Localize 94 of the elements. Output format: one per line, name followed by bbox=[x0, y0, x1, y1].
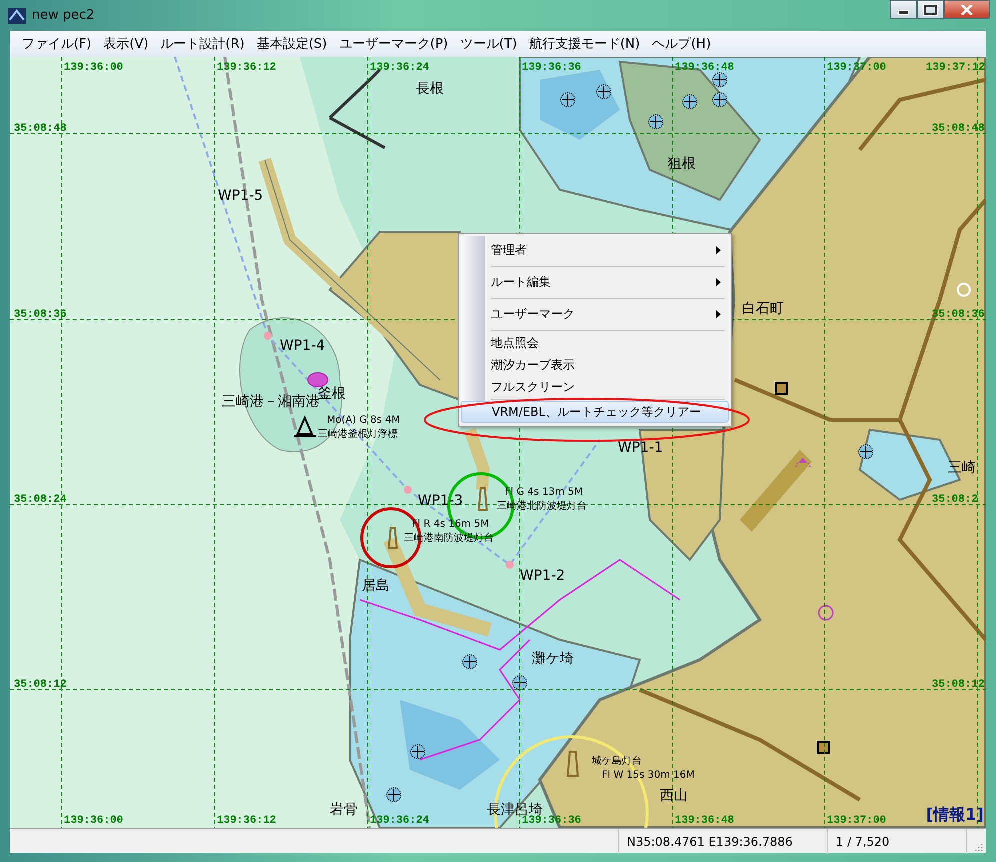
close-icon bbox=[961, 4, 973, 14]
place-name: 狙根 bbox=[668, 156, 696, 172]
waypoint-label: WP1-5 bbox=[218, 188, 264, 204]
submenu-arrow-icon bbox=[716, 278, 721, 287]
jetty-strip bbox=[464, 428, 490, 491]
waypoint-marker[interactable] bbox=[264, 332, 272, 340]
waypoint-label: WP1-1 bbox=[618, 440, 664, 456]
place-name: 西山 bbox=[660, 788, 688, 804]
latitude-label: 35:08:12 bbox=[14, 679, 67, 691]
place-name: 長根 bbox=[416, 81, 444, 97]
menu-item[interactable]: ルート設計(R) bbox=[156, 33, 249, 55]
rock-icon bbox=[596, 84, 612, 100]
context-menu-item[interactable]: 潮汐カーブ表示 bbox=[461, 354, 729, 376]
menu-item[interactable]: 基本設定(S) bbox=[252, 33, 332, 55]
longitude-label: 139:37:00 bbox=[827, 62, 886, 74]
info-label[interactable]: [情報1] bbox=[926, 805, 984, 826]
latitude-label: 35:08:2 bbox=[932, 494, 978, 506]
minimize-icon bbox=[898, 10, 909, 15]
longitude-label: 139:37:00 bbox=[827, 815, 886, 827]
menu-item[interactable]: ファイル(F) bbox=[18, 33, 96, 55]
context-menu-item[interactable]: VRM/EBL、ルートチェック等クリアー bbox=[461, 401, 729, 423]
waypoint-marker[interactable] bbox=[506, 561, 514, 569]
landmark-icon bbox=[795, 458, 811, 467]
menu-item[interactable]: 航行支援モード(N) bbox=[525, 33, 644, 55]
rock-icon bbox=[386, 788, 402, 802]
longitude-label: 139:36:12 bbox=[217, 62, 276, 74]
latitude-label: 35:08:36 bbox=[932, 309, 985, 321]
rock-icon bbox=[560, 92, 576, 108]
menu-item[interactable]: ツール(T) bbox=[456, 33, 522, 55]
latitude-label: 35:08:12 bbox=[932, 679, 985, 691]
light-label: Mo(A) G 8s 4M bbox=[327, 415, 400, 426]
lighthouse-icon bbox=[478, 487, 488, 511]
rock-icon bbox=[682, 94, 698, 110]
buoy-icon bbox=[293, 417, 317, 437]
context-menu-item[interactable]: 管理者 bbox=[461, 236, 729, 265]
context-menu-item[interactable]: 地点照会 bbox=[461, 332, 729, 354]
longitude-label: 139:36:00 bbox=[64, 815, 124, 827]
place-name: 釜根 bbox=[318, 386, 346, 402]
rock-icon bbox=[712, 92, 728, 108]
longitude-label: 139:36:36 bbox=[522, 815, 582, 827]
position-readout: N35:08.4761 E139:36.7886 bbox=[619, 829, 828, 854]
rock-icon bbox=[712, 72, 728, 88]
close-button[interactable] bbox=[944, 0, 990, 19]
mooring-icon bbox=[818, 605, 834, 621]
menu-item[interactable]: ヘルプ(H) bbox=[648, 33, 716, 55]
scale-readout: 1 / 7,520 bbox=[828, 829, 967, 854]
place-name: 居島 bbox=[362, 578, 390, 594]
longitude-label: 139:36:24 bbox=[370, 62, 430, 74]
rock-icon bbox=[858, 444, 874, 460]
submenu-arrow-icon bbox=[716, 310, 721, 319]
rock-icon bbox=[410, 744, 426, 760]
place-name: 岩骨 bbox=[330, 802, 358, 818]
longitude-label: 139:36:48 bbox=[675, 62, 734, 74]
place-name: 灘ケ埼 bbox=[532, 651, 574, 667]
latitude-label: 35:08:48 bbox=[14, 123, 67, 135]
rock-icon bbox=[512, 676, 528, 690]
longitude-label: 139:36:24 bbox=[370, 815, 430, 827]
buoy-marker-icon bbox=[308, 372, 328, 388]
rock-icon bbox=[462, 654, 478, 670]
lighthouse-icon bbox=[566, 751, 580, 777]
submenu-arrow-icon bbox=[716, 246, 721, 255]
waypoint-label: WP1-2 bbox=[520, 568, 566, 584]
building-icon bbox=[817, 741, 830, 754]
latitude-label: 35:08:48 bbox=[932, 123, 985, 135]
place-name: 三崎港－湘南港 bbox=[222, 394, 320, 410]
lighthouse-icon bbox=[388, 527, 398, 549]
maximize-icon bbox=[924, 4, 937, 14]
longitude-label: 139:36:12 bbox=[217, 815, 276, 827]
longitude-label: 139:36:48 bbox=[675, 815, 734, 827]
waypoint-marker[interactable] bbox=[404, 486, 412, 494]
light-label: 三崎港釜根灯浮標 bbox=[318, 429, 398, 440]
context-menu-item[interactable]: ユーザーマーク bbox=[461, 300, 729, 329]
minimize-button[interactable] bbox=[890, 0, 917, 19]
context-menu-item[interactable]: ルート編集 bbox=[461, 268, 729, 297]
waypoint-label: WP1-4 bbox=[280, 338, 326, 354]
longitude-label: 139:36:36 bbox=[522, 62, 582, 74]
maximize-button[interactable] bbox=[917, 0, 944, 19]
app-icon bbox=[8, 8, 26, 24]
place-name: 白石町 bbox=[742, 301, 784, 317]
rock-icon bbox=[648, 114, 664, 130]
menu-item[interactable]: ユーザーマーク(P) bbox=[335, 33, 452, 55]
longitude-label: 139:37:12 bbox=[926, 62, 986, 74]
light-label: 城ケ島灯台 bbox=[592, 756, 642, 767]
menu-item[interactable]: 表示(V) bbox=[100, 33, 153, 55]
place-name: 三崎 bbox=[948, 460, 976, 476]
marker-icon bbox=[957, 283, 971, 297]
window-title: new pec2 bbox=[32, 8, 95, 23]
light-label: Fl W 15s 30m 16M bbox=[602, 770, 695, 781]
context-menu-item[interactable]: フルスクリーン bbox=[461, 376, 729, 398]
longitude-label: 139:36:00 bbox=[64, 62, 124, 74]
resize-grip-icon[interactable] bbox=[974, 842, 984, 852]
latitude-label: 35:08:24 bbox=[14, 494, 67, 506]
building-icon bbox=[775, 382, 788, 395]
latitude-label: 35:08:36 bbox=[14, 309, 67, 321]
